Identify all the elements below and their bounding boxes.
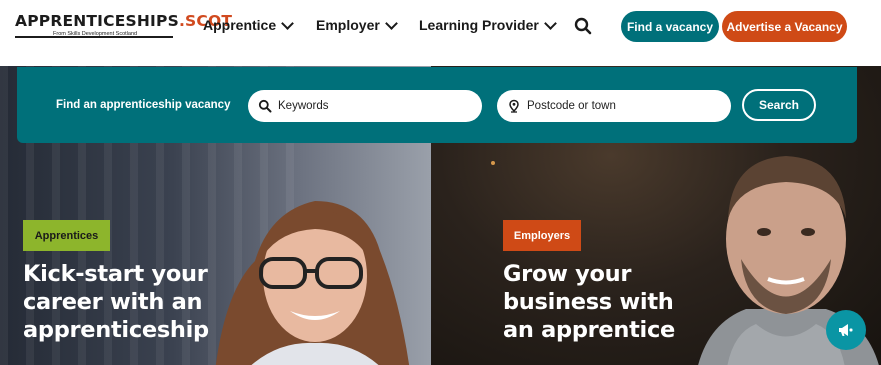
- advertise-vacancy-button[interactable]: Advertise a Vacancy: [722, 11, 847, 42]
- search-icon: [258, 99, 272, 113]
- search-button[interactable]: Search: [742, 89, 816, 121]
- keywords-input[interactable]: Keywords: [248, 90, 482, 122]
- postcode-input[interactable]: Postcode or town: [497, 90, 731, 122]
- headline-line: business with: [503, 289, 674, 315]
- apprentices-tag[interactable]: Apprentices: [23, 220, 110, 251]
- megaphone-icon: [839, 324, 853, 336]
- employers-headline[interactable]: Grow your business with an apprentice: [503, 260, 763, 344]
- headline-line: Grow your: [503, 261, 632, 287]
- site-header: APPRENTICESHIPS.SCOT From Skills Develop…: [0, 0, 881, 66]
- logo-tagline: From Skills Development Scotland: [53, 31, 138, 37]
- chevron-down-icon: [543, 16, 557, 30]
- nav-employer[interactable]: Employer: [316, 16, 398, 33]
- search-icon[interactable]: [574, 17, 592, 35]
- nav-employer-label: Employer: [316, 17, 380, 33]
- chevron-down-icon: [281, 16, 294, 30]
- nav-apprentice-label: Apprentice: [203, 17, 277, 33]
- feedback-button[interactable]: [826, 310, 866, 350]
- employers-tag[interactable]: Employers: [503, 220, 581, 251]
- nav-apprentice[interactable]: Apprentice: [203, 16, 294, 33]
- logo-main: APPRENTICESHIPS: [15, 12, 179, 30]
- headline-line: an apprentice: [503, 317, 675, 343]
- nav-learning-provider-label: Learning Provider: [419, 17, 539, 33]
- find-vacancy-button[interactable]: Find a vacancy: [621, 11, 719, 42]
- search-label: Find an apprenticeship vacancy: [56, 99, 231, 111]
- logo-wordmark: APPRENTICESHIPS.SCOT: [15, 12, 232, 30]
- site-logo[interactable]: APPRENTICESHIPS.SCOT From Skills Develop…: [15, 12, 232, 40]
- headline-line: career with an: [23, 289, 203, 315]
- headline-line: Kick-start your: [23, 261, 208, 287]
- chevron-down-icon: [384, 16, 398, 30]
- apprentices-headline[interactable]: Kick-start your career with an apprentic…: [23, 260, 283, 344]
- postcode-placeholder: Postcode or town: [527, 100, 616, 112]
- nav-learning-provider[interactable]: Learning Provider: [419, 16, 557, 33]
- headline-line: apprenticeship: [23, 317, 209, 343]
- location-pin-icon: [509, 99, 519, 113]
- background-light: [491, 161, 495, 165]
- keywords-placeholder: Keywords: [278, 100, 329, 112]
- vacancy-search-bar: Find an apprenticeship vacancy Keywords …: [17, 67, 857, 143]
